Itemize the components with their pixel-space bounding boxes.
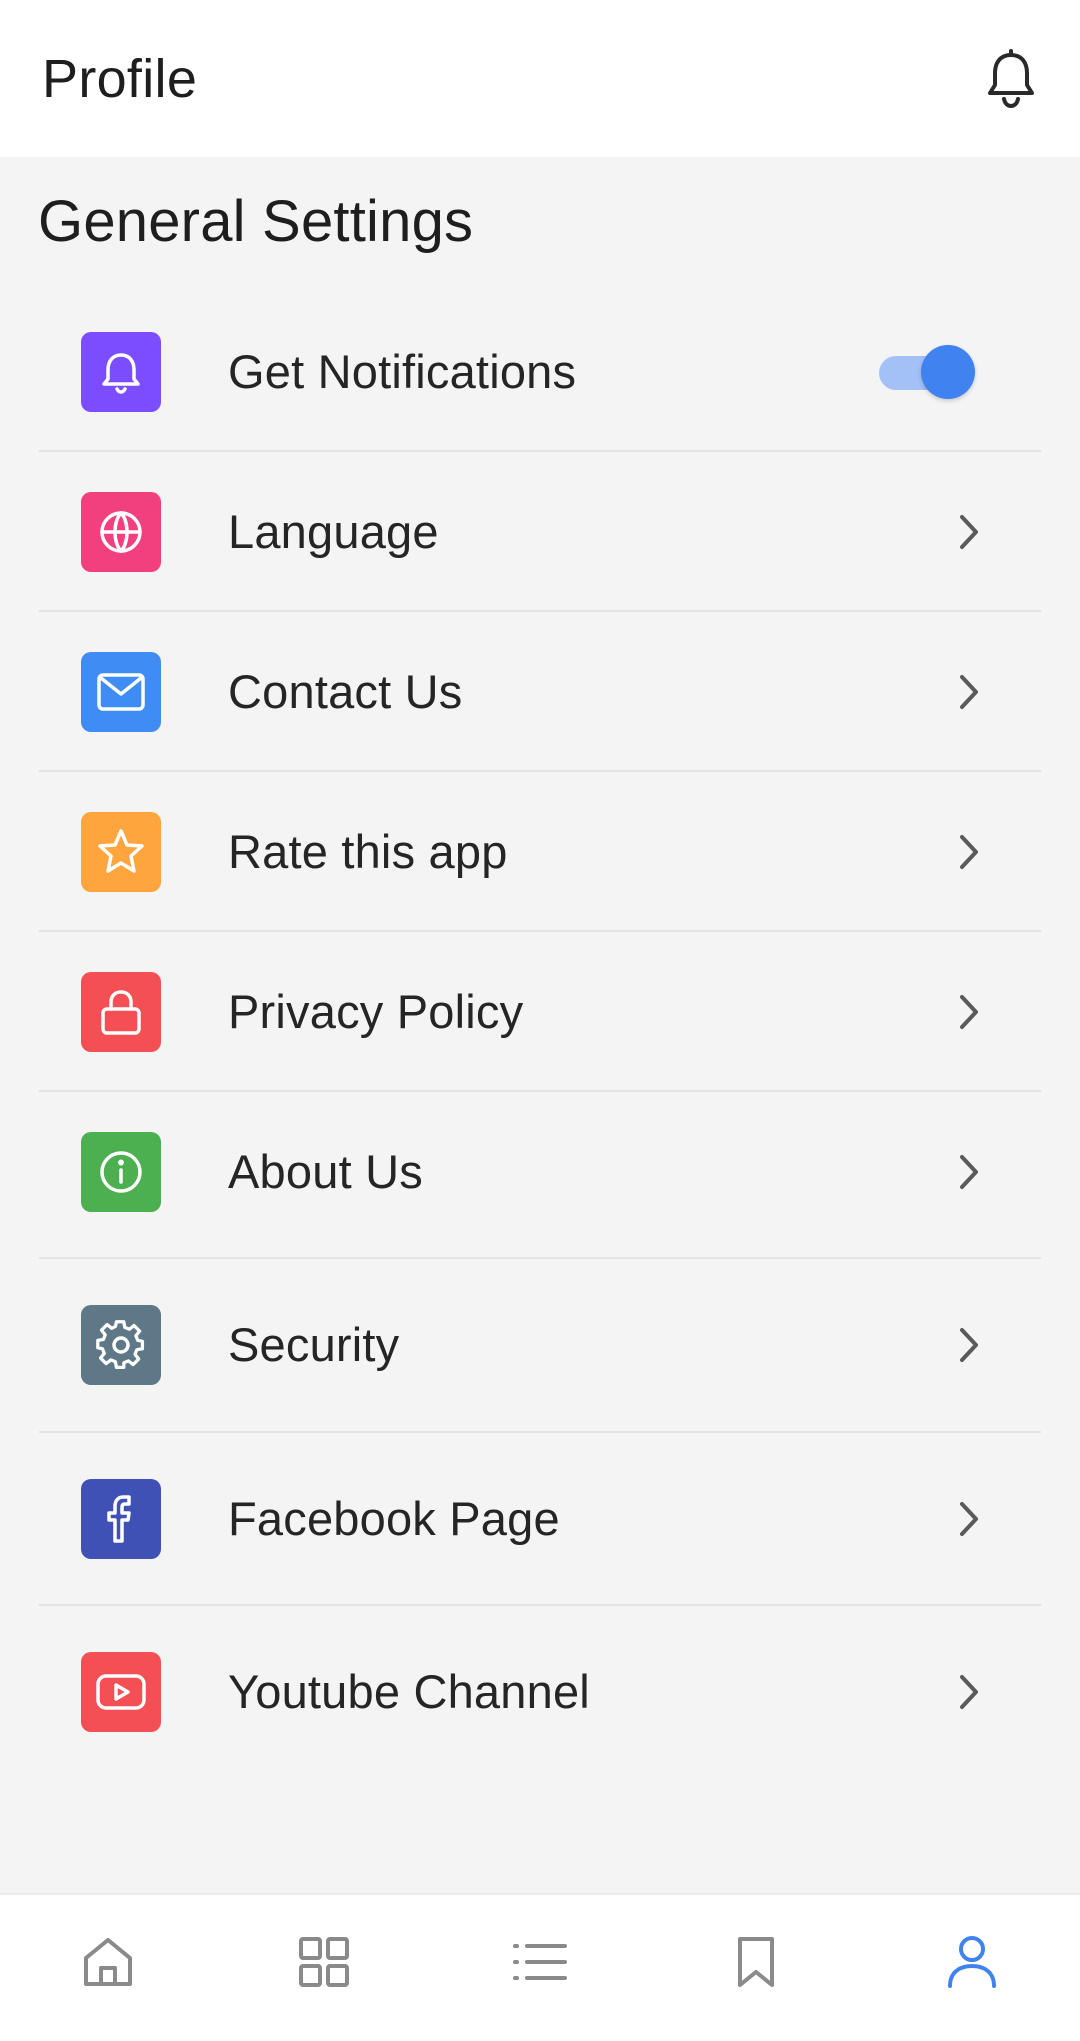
bookmark-icon bbox=[738, 1937, 774, 1987]
settings-item-label: Contact Us bbox=[228, 665, 463, 718]
settings-item-label: Privacy Policy bbox=[228, 985, 524, 1038]
security-icon-box bbox=[81, 1305, 161, 1385]
nav-list[interactable] bbox=[505, 1927, 575, 1997]
facebook-icon-box bbox=[81, 1479, 161, 1559]
user-icon bbox=[948, 1936, 996, 1988]
settings-item-label: Rate this app bbox=[228, 825, 508, 878]
settings-item-rate[interactable]: Rate this app bbox=[39, 772, 1041, 932]
bell-icon[interactable] bbox=[982, 46, 1040, 112]
chevron-right-icon bbox=[949, 1325, 989, 1365]
nav-categories[interactable] bbox=[289, 1927, 359, 1997]
chevron-right-icon bbox=[949, 992, 989, 1032]
chevron-right-icon bbox=[949, 512, 989, 552]
list-icon bbox=[513, 1944, 567, 1980]
settings-item-label: Facebook Page bbox=[228, 1492, 560, 1545]
notifications-icon-box bbox=[81, 332, 161, 412]
settings-item-facebook[interactable]: Facebook Page bbox=[39, 1433, 1041, 1606]
about-icon-box bbox=[81, 1132, 161, 1212]
info-icon bbox=[100, 1151, 142, 1193]
toggle-thumb bbox=[921, 345, 975, 399]
settings-item-label: Security bbox=[228, 1318, 400, 1371]
mail-icon bbox=[97, 673, 145, 711]
gear-icon bbox=[96, 1320, 145, 1369]
nav-profile[interactable] bbox=[937, 1927, 1007, 1997]
settings-item-privacy[interactable]: Privacy Policy bbox=[39, 932, 1041, 1092]
settings-list: Get Notifications Language Contact Us Ra… bbox=[39, 292, 1041, 1776]
settings-item-about[interactable]: About Us bbox=[39, 1092, 1041, 1259]
star-icon bbox=[98, 829, 144, 873]
chevron-right-icon bbox=[949, 1152, 989, 1192]
rate-icon-box bbox=[81, 812, 161, 892]
settings-item-label: Youtube Channel bbox=[228, 1665, 590, 1718]
lock-icon bbox=[101, 990, 141, 1035]
privacy-icon-box bbox=[81, 972, 161, 1052]
youtube-icon-box bbox=[81, 1652, 161, 1732]
settings-item-contact[interactable]: Contact Us bbox=[39, 612, 1041, 772]
app-root: Profile General Settings Get Notificatio… bbox=[0, 0, 1080, 2041]
globe-icon bbox=[100, 511, 142, 553]
settings-item-notifications[interactable]: Get Notifications bbox=[39, 292, 1041, 452]
nav-home[interactable] bbox=[73, 1927, 143, 1997]
notifications-toggle[interactable] bbox=[879, 344, 975, 400]
settings-item-label: Get Notifications bbox=[228, 345, 577, 398]
settings-item-security[interactable]: Security bbox=[39, 1259, 1041, 1433]
settings-item-label: Language bbox=[228, 505, 439, 558]
bottom-nav bbox=[0, 1893, 1080, 2041]
settings-item-youtube[interactable]: Youtube Channel bbox=[39, 1606, 1041, 1776]
page-title: Profile bbox=[42, 48, 198, 109]
chevron-right-icon bbox=[949, 1672, 989, 1712]
app-header: Profile bbox=[0, 0, 1080, 157]
chevron-right-icon bbox=[949, 1499, 989, 1539]
chevron-right-icon bbox=[949, 672, 989, 712]
language-icon-box bbox=[81, 492, 161, 572]
youtube-icon bbox=[96, 1674, 146, 1710]
contact-icon-box bbox=[81, 652, 161, 732]
grid-icon bbox=[299, 1937, 349, 1987]
facebook-icon bbox=[107, 1495, 131, 1543]
section-title: General Settings bbox=[38, 189, 474, 254]
home-icon bbox=[84, 1938, 132, 1986]
chevron-right-icon bbox=[949, 832, 989, 872]
settings-item-label: About Us bbox=[228, 1145, 423, 1198]
settings-item-language[interactable]: Language bbox=[39, 452, 1041, 612]
bell-icon bbox=[102, 353, 140, 394]
nav-bookmarks[interactable] bbox=[721, 1927, 791, 1997]
